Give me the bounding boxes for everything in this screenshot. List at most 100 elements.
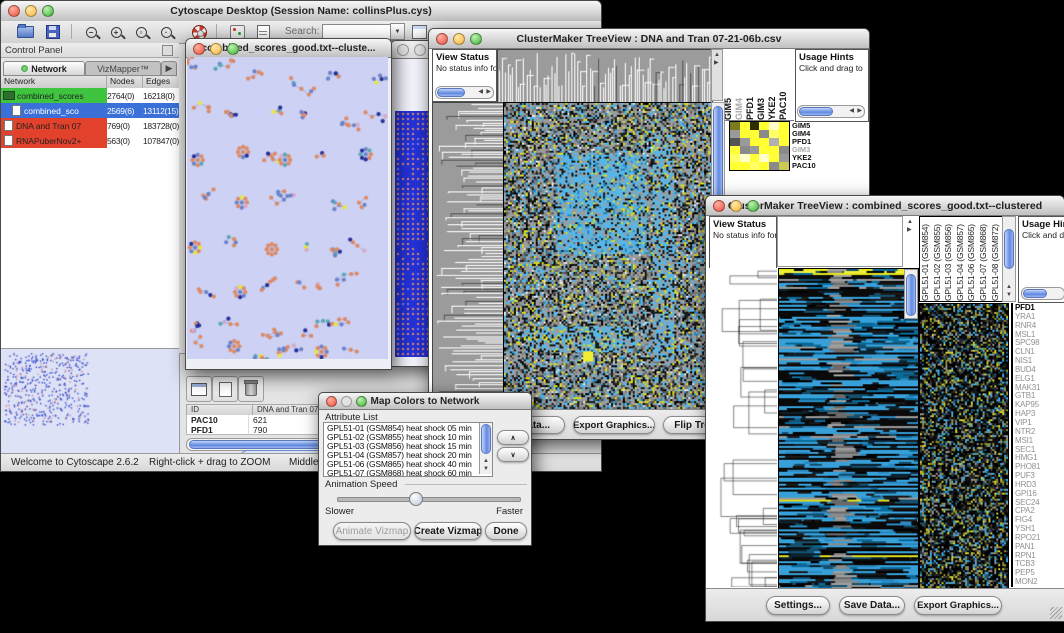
col-network[interactable]: Network xyxy=(1,76,107,88)
minimize-button[interactable] xyxy=(414,44,426,56)
zoom-button[interactable] xyxy=(227,43,239,55)
matrix-cell[interactable] xyxy=(740,146,750,154)
close-button[interactable] xyxy=(193,43,205,55)
matrix-cell[interactable] xyxy=(769,138,779,146)
done-button[interactable]: Done xyxy=(485,522,527,540)
matrix-cell[interactable] xyxy=(730,138,740,146)
matrix-cell[interactable] xyxy=(779,138,789,146)
matrix-cell[interactable] xyxy=(769,162,779,170)
treeview2-global-heatmap[interactable] xyxy=(778,268,919,589)
minimize-button[interactable] xyxy=(25,5,37,17)
usage-hints-hscrollbar[interactable]: ◀ ▶ xyxy=(797,105,865,118)
animate-vizmap-button[interactable]: Animate Vizmap xyxy=(333,522,411,540)
matrix-cell[interactable] xyxy=(750,154,760,162)
global-view-vscrollbar[interactable] xyxy=(904,269,918,319)
matrix-cell[interactable] xyxy=(750,162,760,170)
network-overview-thumbnail[interactable] xyxy=(1,348,179,454)
matrix-row-label[interactable]: GIM5 xyxy=(792,121,832,129)
search-dropdown-button[interactable]: ▼ xyxy=(390,23,405,40)
treeview1-titlebar[interactable]: ClusterMaker TreeView : DNA and Tran 07-… xyxy=(429,29,869,49)
matrix-cell[interactable] xyxy=(730,162,740,170)
matrix-row-label[interactable]: PFD1 xyxy=(792,137,832,145)
scroll-right-icon[interactable]: ▶ xyxy=(486,89,491,96)
scroll-right-icon[interactable]: ▶ xyxy=(857,108,862,115)
matrix-cell[interactable] xyxy=(730,130,740,138)
scroll-down-icon[interactable]: ▼ xyxy=(1006,292,1012,299)
import-table-button[interactable] xyxy=(409,23,429,41)
heatmap-column-label[interactable]: GIM3 xyxy=(756,49,767,120)
gene-label[interactable]: MON2 xyxy=(1015,578,1063,587)
zoom-fit-button[interactable]: ▫ xyxy=(131,23,151,41)
matrix-cell[interactable] xyxy=(759,130,769,138)
row-dendrogram[interactable] xyxy=(709,268,777,587)
matrix-cell[interactable] xyxy=(759,162,769,170)
list-vscrollbar[interactable]: ▲ ▼ xyxy=(479,423,492,474)
heatmap-column-label[interactable]: GPL51-04 (GSM857) xyxy=(955,217,967,301)
export-graphics-button[interactable]: Export Graphics... xyxy=(914,596,1002,615)
col-nodes[interactable]: Nodes xyxy=(107,76,143,88)
matrix-cell[interactable] xyxy=(779,146,789,154)
zoom-button[interactable] xyxy=(356,396,367,407)
heatmap-column-label[interactable]: GPL51-03 (GSM856) xyxy=(943,217,955,301)
export-graphics-button[interactable]: Export Graphics... xyxy=(573,416,655,434)
col-edges[interactable]: Edges xyxy=(143,76,179,88)
scroll-up-icon[interactable]: ▲ xyxy=(1006,284,1012,291)
minimize-button[interactable] xyxy=(453,33,465,45)
matrix-cell[interactable] xyxy=(750,138,760,146)
matrix-cell[interactable] xyxy=(779,130,789,138)
open-session-button[interactable] xyxy=(15,23,35,41)
network-view-titlebar[interactable]: combined_scores_good.txt--cluste... xyxy=(186,39,391,58)
matrix-cell[interactable] xyxy=(769,154,779,162)
labels-vscrollbar[interactable]: ▲ ▼ xyxy=(1002,216,1016,302)
treeview2-titlebar[interactable]: ClusterMaker TreeView : combined_scores_… xyxy=(706,196,1064,216)
minimize-button[interactable] xyxy=(730,200,742,212)
gene-name-list[interactable]: PFD1YRA1RNR4MSL1SPC98CLN1NIS1BUD4ELG1MAK… xyxy=(1011,303,1063,587)
row-dendrogram[interactable] xyxy=(432,102,504,411)
scroll-right-icon[interactable]: ▶ xyxy=(714,60,719,67)
tab-vizmapper[interactable]: VizMapper™ xyxy=(85,61,161,76)
treeview2-zoom-heatmap[interactable] xyxy=(919,303,1009,589)
matrix-cell[interactable] xyxy=(769,146,779,154)
matrix-cell[interactable] xyxy=(759,146,769,154)
zoom-button[interactable] xyxy=(42,5,54,17)
scroll-down-icon[interactable]: ▼ xyxy=(483,466,489,473)
matrix-cell[interactable] xyxy=(779,122,789,130)
move-down-button[interactable]: ∨ xyxy=(497,447,529,462)
attribute-table-button[interactable] xyxy=(186,376,212,402)
hscroll-thumb[interactable] xyxy=(799,107,833,116)
scroll-left-icon[interactable]: ◀ xyxy=(478,89,483,96)
matrix-cell[interactable] xyxy=(740,162,750,170)
move-up-button[interactable]: ∧ xyxy=(497,430,529,445)
speed-slider-thumb[interactable] xyxy=(409,492,423,506)
matrix-cell[interactable] xyxy=(759,154,769,162)
scroll-right-icon[interactable]: ▶ xyxy=(907,227,912,234)
zoom-button[interactable] xyxy=(747,200,759,212)
heatmap-column-label[interactable]: PFD1 xyxy=(745,49,756,120)
matrix-cell[interactable] xyxy=(740,154,750,162)
matrix-cell[interactable] xyxy=(779,162,789,170)
heatmap-column-label[interactable]: PAC10 xyxy=(778,49,789,120)
main-titlebar[interactable]: Cytoscape Desktop (Session Name: collins… xyxy=(1,1,601,22)
new-attribute-button[interactable] xyxy=(212,376,238,402)
vscroll-thumb[interactable] xyxy=(1004,229,1014,269)
attribute-listbox[interactable]: GPL51-01 (GSM854) heat shock 05 minGPL51… xyxy=(323,422,493,477)
scroll-up-icon[interactable]: ▲ xyxy=(483,458,489,465)
vscroll-thumb[interactable] xyxy=(481,424,491,454)
matrix-cell[interactable] xyxy=(779,154,789,162)
matrix-cell[interactable] xyxy=(740,130,750,138)
matrix-cell[interactable] xyxy=(769,130,779,138)
scroll-left-icon[interactable]: ◀ xyxy=(849,108,854,115)
save-data-button[interactable]: Save Data... xyxy=(839,596,905,615)
matrix-row-label[interactable]: GIM3 xyxy=(792,145,832,153)
matrix-row-label[interactable]: YKE2 xyxy=(792,153,832,161)
close-button[interactable] xyxy=(713,200,725,212)
dialog-titlebar[interactable]: Map Colors to Network xyxy=(319,393,531,410)
matrix-cell[interactable] xyxy=(730,146,740,154)
matrix-cell[interactable] xyxy=(750,130,760,138)
zoom-button[interactable] xyxy=(470,33,482,45)
zoom-in-button[interactable]: + xyxy=(106,23,126,41)
matrix-row-label[interactable]: PAC10 xyxy=(792,161,832,169)
vscroll-thumb[interactable] xyxy=(906,274,916,316)
save-session-button[interactable] xyxy=(43,23,63,41)
network-list-row[interactable]: DNA and Tran 07769(0)183728(0) xyxy=(1,118,179,133)
